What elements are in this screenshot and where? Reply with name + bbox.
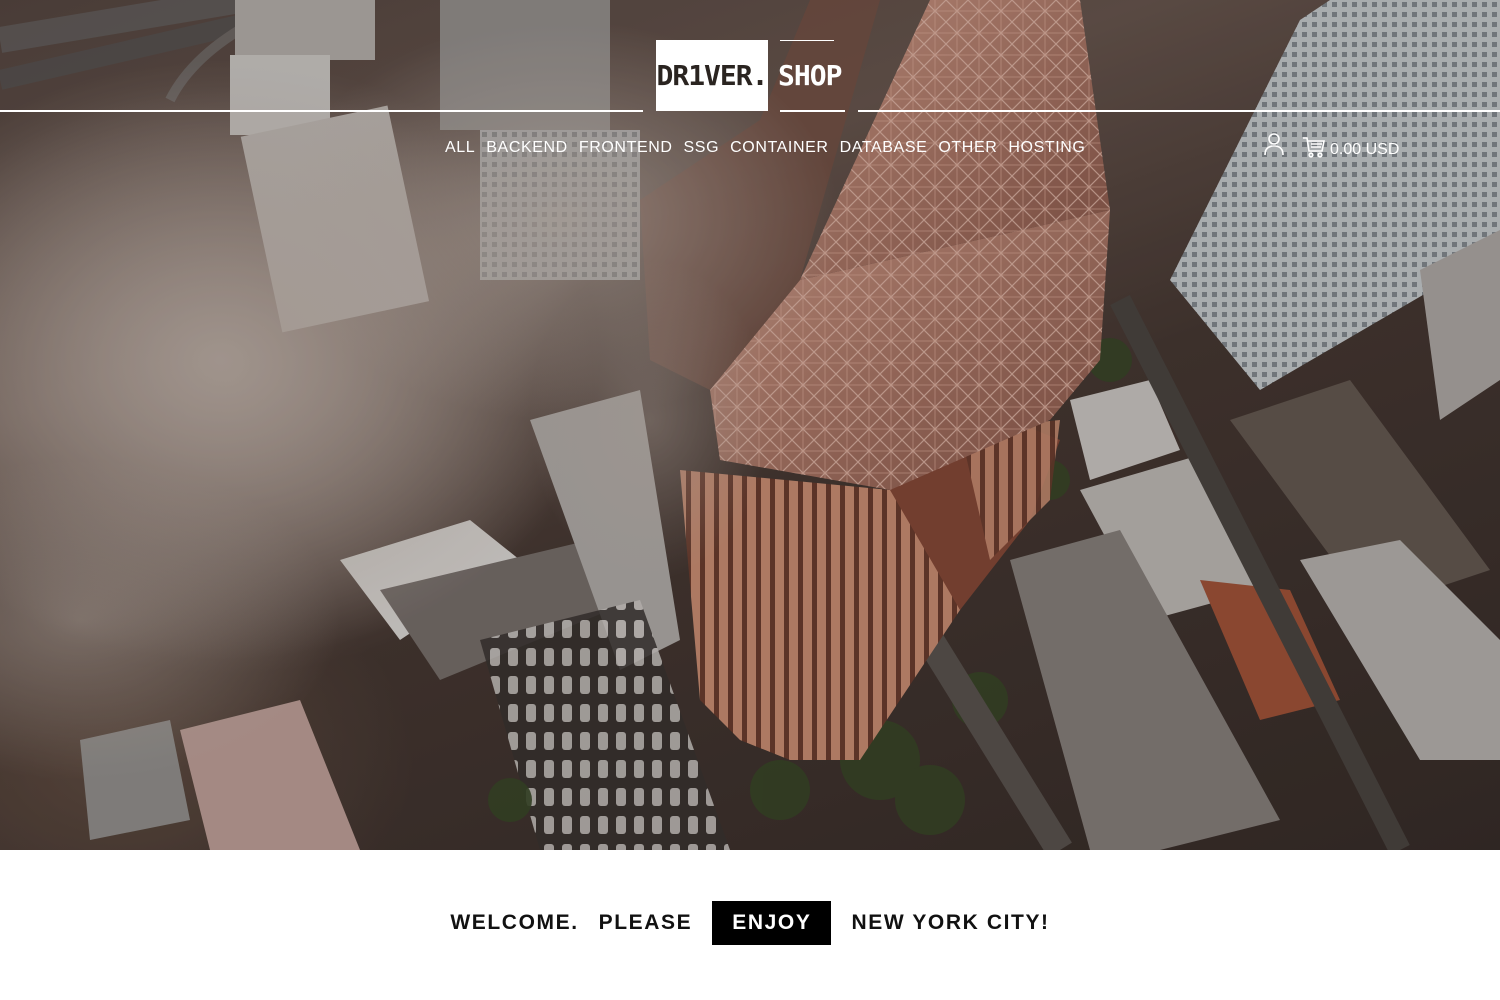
nav-item-frontend[interactable]: FRONTEND (579, 138, 673, 158)
user-icon[interactable] (1262, 132, 1286, 156)
cart-total: 0.00 USD (1330, 141, 1400, 158)
nav-item-other[interactable]: OTHER (938, 138, 997, 158)
banner-word-enjoy-highlight: ENJOY (712, 901, 832, 945)
nav-item-database[interactable]: DATABASE (840, 138, 928, 158)
banner-word-city: NEW YORK CITY! (851, 911, 1050, 934)
welcome-banner: WELCOME. PLEASE ENJOY NEW YORK CITY! (0, 850, 1500, 1000)
site-logo[interactable]: DR1VER. SHOP (656, 40, 842, 111)
nav-item-hosting[interactable]: HOSTING (1008, 138, 1085, 158)
nav-item-backend[interactable]: BACKEND (486, 138, 568, 158)
shopping-cart-icon (1302, 136, 1326, 163)
page: DR1VER. SHOP ALL BACKEND FRONTEND SSG CO… (0, 0, 1500, 1000)
nav-item-container[interactable]: CONTAINER (730, 138, 828, 158)
hero-image (0, 0, 1500, 850)
banner-word-welcome: WELCOME. (450, 911, 579, 934)
banner-word-please: PLEASE (598, 911, 693, 934)
cart-button[interactable]: 0.00 USD (1302, 134, 1399, 164)
logo-shop-text: SHOP (778, 59, 842, 92)
nav-item-ssg[interactable]: SSG (684, 138, 720, 158)
banner-text-row: WELCOME. PLEASE ENJOY NEW YORK CITY! (450, 901, 1049, 945)
nav-item-all[interactable]: ALL (445, 138, 475, 158)
category-nav: ALL BACKEND FRONTEND SSG CONTAINER DATAB… (445, 138, 1085, 158)
header-divider-left (0, 110, 643, 112)
hero-illustration (0, 0, 1500, 850)
logo-mark: DR1VER. (656, 40, 769, 111)
header-divider-right (858, 110, 1500, 112)
